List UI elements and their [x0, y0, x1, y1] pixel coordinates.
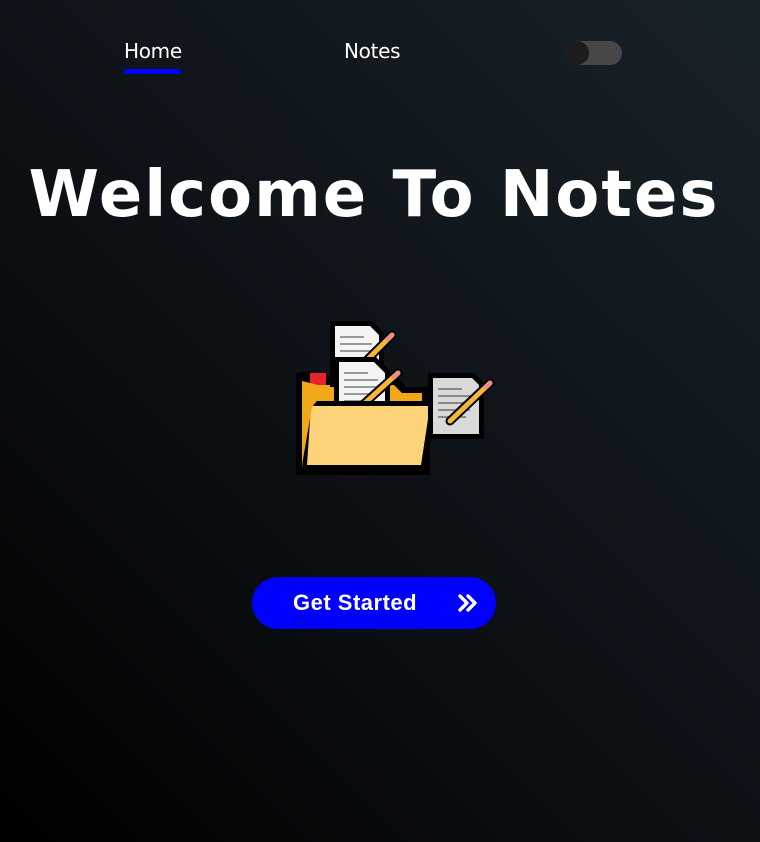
get-started-label: Get Started [293, 590, 418, 615]
active-nav-indicator [124, 69, 181, 74]
double-chevron-right-icon [458, 594, 477, 612]
notes-folder-icon [296, 321, 495, 475]
theme-toggle[interactable] [565, 41, 622, 65]
page-title: Welcome To Notes [28, 158, 720, 232]
toggle-knob [565, 41, 589, 65]
nav-link-notes[interactable]: Notes [344, 39, 401, 63]
moon-icon [575, 46, 582, 60]
nav-link-home[interactable]: Home [124, 39, 182, 63]
get-started-button[interactable]: Get Started [252, 577, 496, 629]
